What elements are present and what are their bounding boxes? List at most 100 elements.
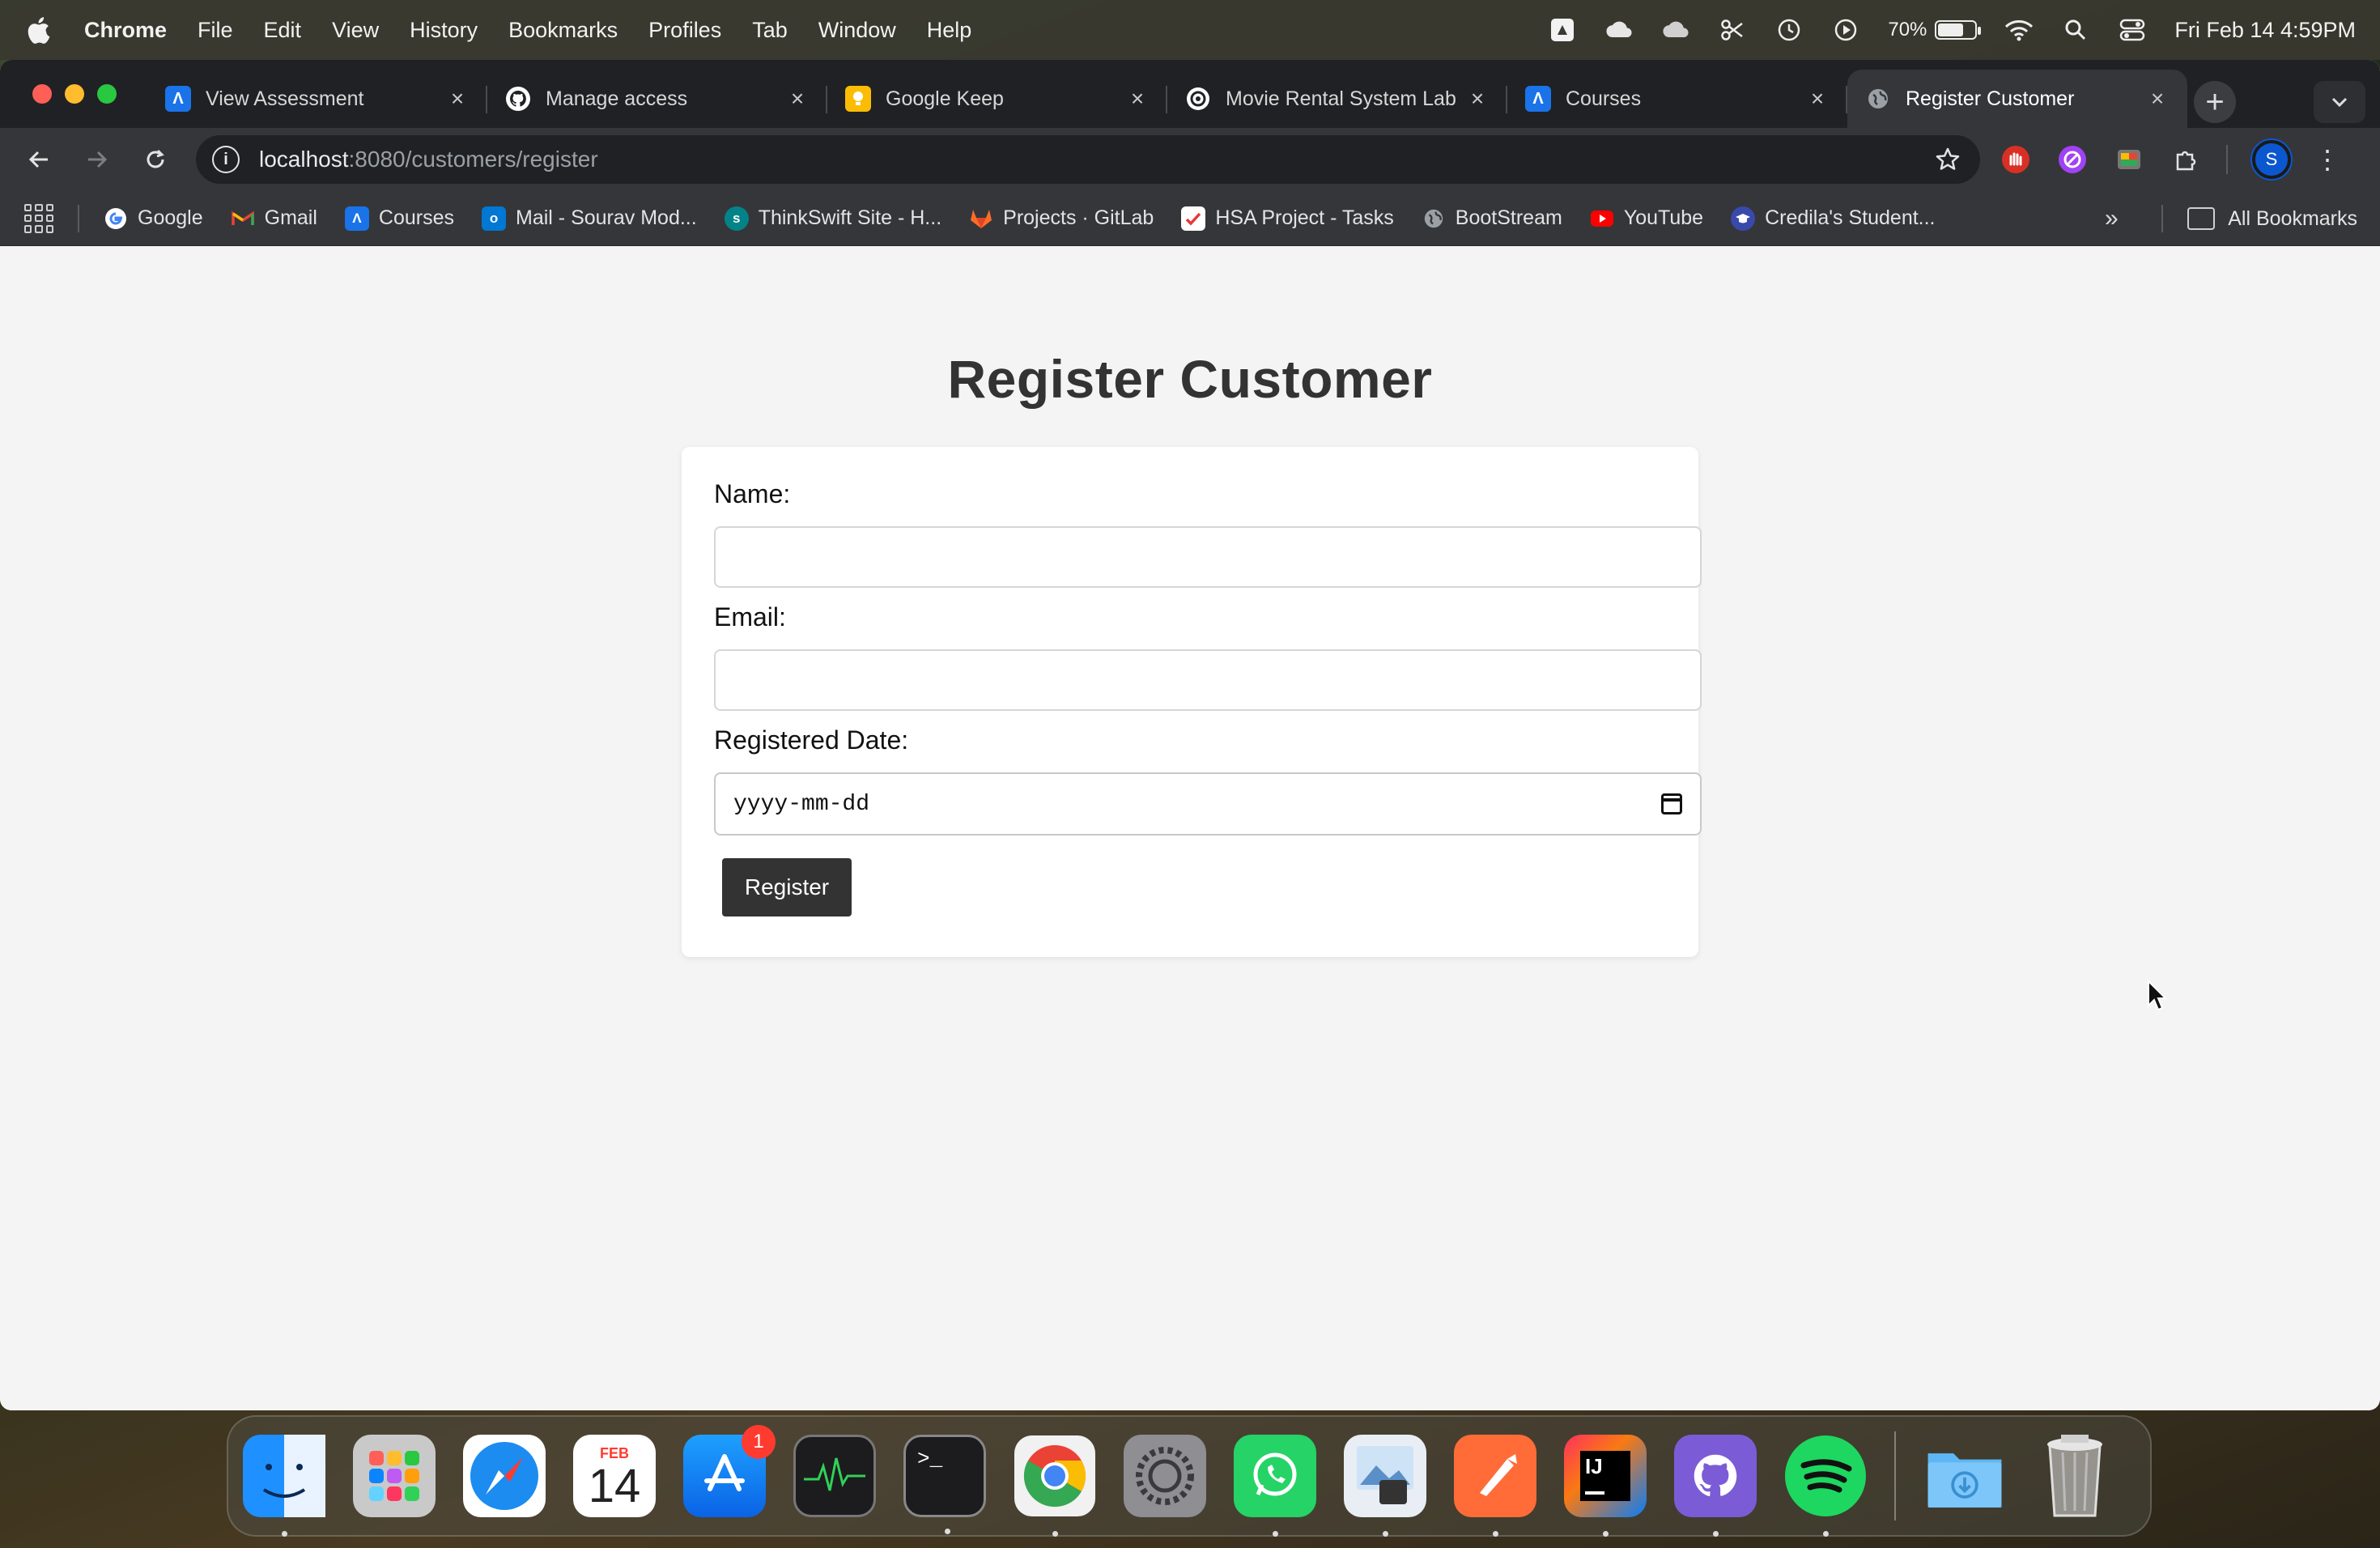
launchpad-app-icon[interactable] [353, 1435, 436, 1517]
github-desktop-app-icon[interactable] [1674, 1435, 1757, 1537]
close-tab-icon[interactable]: × [785, 86, 810, 111]
bookmark-courses[interactable]: Λ Courses [344, 206, 455, 231]
tab-register-customer[interactable]: Register Customer × [1847, 70, 2187, 128]
app-store-app-icon[interactable]: 1 [683, 1425, 776, 1517]
tab-courses[interactable]: Λ Courses × [1507, 70, 1847, 128]
terminal-app-icon[interactable]: >_ [903, 1435, 986, 1534]
more-bookmarks-chevron-icon[interactable]: » [2105, 191, 2119, 246]
play-icon[interactable] [1831, 15, 1860, 45]
safari-app-icon[interactable] [463, 1435, 546, 1517]
whatsapp-app-icon[interactable] [1234, 1435, 1316, 1537]
menu-bookmarks[interactable]: Bookmarks [508, 18, 618, 43]
bookmark-credila[interactable]: Credila's Student... [1731, 206, 1936, 231]
menu-help[interactable]: Help [927, 18, 972, 43]
activity-monitor-app-icon[interactable] [793, 1435, 876, 1517]
site-info-icon[interactable]: i [212, 146, 240, 173]
name-input[interactable] [714, 526, 1702, 588]
menu-edit[interactable]: Edit [264, 18, 302, 43]
battery-status[interactable]: 70% [1888, 19, 1982, 41]
bookmark-label: YouTube [1623, 206, 1704, 229]
browser-toolbar: i localhost:8080/customers/register S ⋮ [0, 128, 2380, 191]
registered-date-input[interactable]: yyyy-mm-dd [714, 772, 1702, 836]
reload-button[interactable] [134, 138, 176, 181]
battery-icon [1935, 20, 1982, 40]
wifi-icon[interactable] [2004, 15, 2034, 45]
control-center-icon[interactable] [2118, 15, 2147, 45]
close-tab-icon[interactable]: × [2145, 86, 2170, 111]
scissors-icon[interactable] [1718, 15, 1747, 45]
menu-window[interactable]: Window [818, 18, 896, 43]
bookmark-thinkswift[interactable]: s ThinkSwift Site - H... [724, 206, 941, 231]
back-button[interactable] [18, 138, 60, 181]
bookmark-bootstream[interactable]: BootStream [1422, 206, 1562, 231]
bookmark-gmail[interactable]: Gmail [231, 206, 317, 231]
close-window-button[interactable] [32, 84, 52, 104]
tab-google-keep[interactable]: Google Keep × [827, 70, 1167, 128]
tab-search-button[interactable] [2314, 81, 2365, 123]
profile-avatar[interactable]: S [2250, 138, 2293, 181]
close-tab-icon[interactable]: × [445, 86, 470, 111]
bookmark-outlook-mail[interactable]: o Mail - Sourav Mod... [482, 206, 697, 231]
preview-app-icon[interactable] [1344, 1435, 1426, 1537]
bookmark-google[interactable]: Google [104, 206, 203, 231]
system-settings-app-icon[interactable] [1124, 1435, 1206, 1517]
menu-file[interactable]: File [198, 18, 233, 43]
zoom-window-button[interactable] [97, 84, 117, 104]
drive-icon[interactable] [1548, 15, 1577, 45]
running-indicator [945, 1529, 950, 1534]
chrome-window: Λ View Assessment × Manage access × Goog… [0, 60, 2380, 1410]
intellij-app-icon[interactable]: IJ [1564, 1435, 1647, 1537]
bookmark-youtube[interactable]: YouTube [1590, 206, 1703, 231]
trash-icon[interactable] [2034, 1435, 2116, 1517]
bookmarks-separator [2161, 205, 2164, 232]
apple-menu-icon[interactable] [24, 15, 52, 45]
menu-app-name[interactable]: Chrome [84, 18, 167, 43]
time-machine-icon[interactable] [1774, 15, 1804, 45]
block-extension-icon[interactable] [2056, 143, 2089, 176]
tab-view-assessment[interactable]: Λ View Assessment × [147, 70, 487, 128]
postman-app-icon[interactable] [1454, 1435, 1536, 1537]
menu-view[interactable]: View [332, 18, 379, 43]
menu-history[interactable]: History [410, 18, 478, 43]
downloads-folder-icon[interactable] [1923, 1435, 2006, 1517]
github-icon [505, 86, 531, 112]
address-bar[interactable]: i localhost:8080/customers/register [196, 135, 1980, 184]
menu-tab[interactable]: Tab [752, 18, 788, 43]
menubar-clock[interactable]: Fri Feb 14 4:59PM [2174, 18, 2356, 43]
calendar-app-icon[interactable]: FEB 14 [573, 1435, 656, 1517]
finder-app-icon[interactable] [243, 1435, 325, 1537]
tab-manage-access[interactable]: Manage access × [487, 70, 827, 128]
menu-profiles[interactable]: Profiles [648, 18, 721, 43]
all-bookmarks-button[interactable]: All Bookmarks [2187, 207, 2357, 231]
chrome-menu-icon[interactable]: ⋮ [2314, 143, 2340, 176]
youtube-icon [1590, 206, 1614, 231]
color-extension-icon[interactable] [2113, 143, 2145, 176]
bookmark-star-icon[interactable] [1932, 143, 1964, 176]
hand-extension-icon[interactable] [2000, 143, 2032, 176]
window-controls [32, 84, 117, 104]
cloud-sync-icon[interactable] [1661, 15, 1690, 45]
cloud-icon[interactable] [1604, 15, 1634, 45]
new-tab-button[interactable]: + [2194, 81, 2236, 123]
calendar-picker-icon[interactable] [1661, 793, 1682, 814]
forward-button[interactable] [76, 138, 118, 181]
bookmark-label: Courses [378, 206, 455, 229]
bookmark-gitlab[interactable]: Projects · GitLab [969, 206, 1154, 231]
battery-percent: 70% [1888, 19, 1927, 40]
spotlight-search-icon[interactable] [2061, 15, 2090, 45]
register-button[interactable]: Register [722, 858, 852, 916]
minimize-window-button[interactable] [65, 84, 84, 104]
tab-movie-rental[interactable]: Movie Rental System Lab × [1167, 70, 1507, 128]
close-tab-icon[interactable]: × [1125, 86, 1150, 111]
close-tab-icon[interactable]: × [1465, 86, 1490, 111]
apps-grid-icon[interactable] [24, 203, 53, 233]
email-input[interactable] [714, 649, 1702, 711]
tab-title: Courses [1566, 87, 1642, 110]
spotify-app-icon[interactable] [1784, 1435, 1867, 1537]
running-indicator [1713, 1531, 1719, 1537]
close-tab-icon[interactable]: × [1805, 86, 1830, 111]
bookmark-hsa-tasks[interactable]: HSA Project - Tasks [1181, 206, 1394, 231]
chrome-app-icon[interactable] [1014, 1435, 1096, 1537]
gmail-icon [231, 206, 255, 231]
extensions-puzzle-icon[interactable] [2170, 143, 2202, 176]
